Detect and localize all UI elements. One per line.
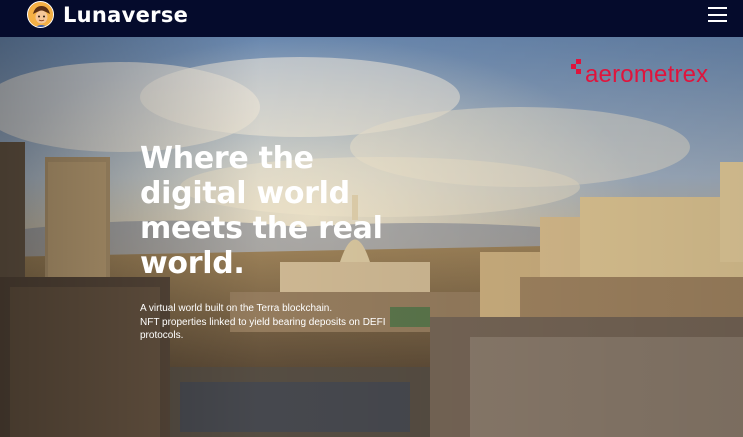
top-navbar: Lunaverse	[0, 0, 743, 37]
hero-subtext: A virtual world built on the Terra block…	[140, 302, 390, 343]
sponsor-name: aerometrex	[585, 61, 709, 88]
headline-line: digital world	[140, 176, 350, 211]
avatar-character-icon[interactable]	[27, 1, 54, 28]
subtext-line: A virtual world built on the Terra block…	[140, 303, 333, 314]
subtext-line: NFT properties linked to yield bearing d…	[140, 316, 386, 328]
brand-name[interactable]: Lunaverse	[63, 3, 188, 27]
sponsor-mark-icon	[571, 59, 581, 74]
avatar-character-graphic	[28, 2, 53, 27]
headline-line: meets the real	[140, 211, 383, 246]
hero-section: aerometrex Where the digital world meets…	[0, 37, 743, 437]
hamburger-menu-icon[interactable]	[708, 7, 727, 22]
subtext-line: protocols.	[140, 330, 184, 341]
headline-line: world.	[140, 246, 245, 281]
hero-headline: Where the digital world meets the real w…	[140, 141, 383, 281]
headline-line: Where the	[140, 141, 314, 176]
